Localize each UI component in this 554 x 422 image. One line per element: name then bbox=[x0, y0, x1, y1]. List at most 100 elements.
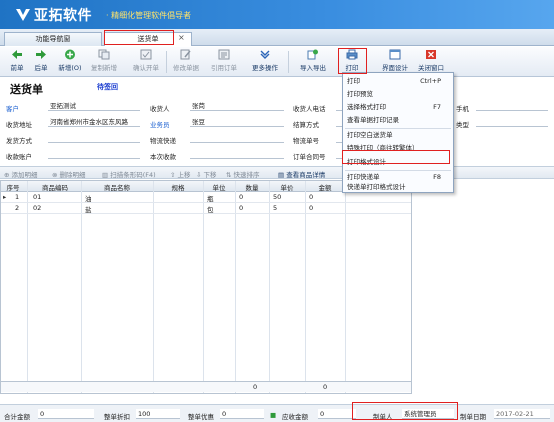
prev-button[interactable]: 前单 bbox=[6, 49, 28, 75]
grid-summary-row: 0 0 bbox=[1, 381, 411, 392]
cell-price[interactable]: 5 bbox=[273, 204, 277, 212]
col-unit-header[interactable]: 单位 bbox=[203, 182, 235, 192]
logo-text: 亚拓软件 bbox=[34, 8, 92, 24]
toolbar-separator bbox=[288, 51, 289, 73]
discount-field[interactable]: 100 bbox=[136, 409, 180, 419]
table-row[interactable]: 2 02 盐 包 0 5 0 bbox=[1, 203, 411, 214]
cell-amount[interactable]: 0 bbox=[309, 204, 313, 212]
next-button[interactable]: 后单 bbox=[30, 49, 52, 75]
cell-seq: 1 bbox=[15, 193, 20, 201]
cell-price[interactable]: 50 bbox=[273, 193, 281, 201]
new-button[interactable]: 新增(O) bbox=[56, 49, 84, 75]
address-field[interactable]: 河南省郑州市金水区东风路 bbox=[48, 117, 140, 127]
add-detail-button[interactable]: ⊕ 添加明细 bbox=[4, 169, 38, 179]
move-up-button[interactable]: ⇧ 上移 bbox=[170, 169, 191, 179]
tab-delivery-note-label: 送货单 bbox=[137, 35, 159, 43]
cell-unit[interactable]: 瓶 bbox=[207, 193, 214, 203]
collect-field[interactable] bbox=[190, 149, 284, 159]
maker-label: 制单人 bbox=[373, 413, 393, 421]
summary-qty: 0 bbox=[253, 383, 258, 391]
col-name-header[interactable]: 商品名称 bbox=[81, 182, 153, 192]
receiver-field[interactable]: 张苘 bbox=[190, 101, 284, 111]
cite-order-button[interactable]: 引用订单 bbox=[208, 49, 240, 75]
logistics-no-label: 物流单号 bbox=[293, 137, 319, 145]
modify-button[interactable]: 修改单据 bbox=[170, 49, 202, 75]
cell-code[interactable]: 02 bbox=[33, 204, 41, 212]
document-form: 客户 亚拓测试 收货人 张苘 收货人电话 手机 收货地址 河南省郑州市金水区东风… bbox=[0, 100, 554, 162]
date-label: 制单日期 bbox=[460, 413, 486, 421]
add-detail-icon: ⊕ bbox=[4, 171, 12, 179]
shortcut-label: F7 bbox=[433, 103, 441, 111]
mobile-field[interactable] bbox=[476, 101, 548, 111]
receivable-label: 应收金额 bbox=[282, 413, 308, 421]
edit-icon bbox=[180, 49, 191, 60]
receiver-phone-label: 收货人电话 bbox=[293, 105, 326, 113]
collect-label: 本次收款 bbox=[150, 153, 176, 161]
move-down-button[interactable]: ⇩ 下移 bbox=[196, 169, 217, 179]
account-field[interactable] bbox=[48, 149, 140, 159]
menu-item-print[interactable]: 打印 Ctrl+P bbox=[343, 75, 455, 88]
cell-code[interactable]: 01 bbox=[33, 193, 41, 201]
col-price-header[interactable]: 单价 bbox=[269, 182, 305, 192]
arrow-left-icon bbox=[12, 50, 22, 59]
quick-sort-button[interactable]: ⇅ 快速排序 bbox=[226, 169, 260, 179]
copy-new-button[interactable]: 复制新增 bbox=[88, 49, 120, 75]
address-label: 收货地址 bbox=[6, 121, 32, 129]
toolbar: 前单 后单 新增(O) 复制新增 确认开单 修改单据 引用订单 更多操作 导入导… bbox=[0, 47, 554, 77]
summary-amount: 0 bbox=[323, 383, 328, 391]
tab-navigation[interactable]: 功能导航窗 bbox=[4, 32, 102, 46]
col-seq-header[interactable]: 序号 bbox=[3, 182, 23, 192]
add-icon bbox=[65, 49, 75, 60]
date-field[interactable]: 2017-02-21 bbox=[494, 409, 550, 419]
col-spec-header[interactable]: 规格 bbox=[153, 182, 203, 192]
more-actions-button[interactable]: 更多操作 bbox=[248, 49, 282, 75]
cell-qty[interactable]: 0 bbox=[239, 204, 243, 212]
menu-item-select-format-print[interactable]: 选择格式打印 F7 bbox=[343, 101, 455, 114]
menu-item-print-blank[interactable]: 打印空白送货单 bbox=[343, 129, 455, 142]
app-window: 亚拓软件 · 精细化管理软件倡导者 功能导航窗 送货单 × 前单 后单 新增(O… bbox=[0, 0, 554, 422]
contract-label: 订单合同号 bbox=[293, 153, 326, 161]
layout-icon bbox=[389, 49, 401, 60]
print-dropdown-menu: 打印 Ctrl+P 打印预览 选择格式打印 F7 查看单据打印记录 打印空白送货单 … bbox=[342, 72, 454, 193]
menu-item-express-format-design[interactable]: 快递单打印格式设计 bbox=[343, 181, 455, 194]
cell-amount[interactable]: 0 bbox=[309, 193, 313, 201]
arrow-right-icon bbox=[36, 50, 46, 59]
import-export-icon bbox=[307, 49, 318, 60]
close-window-icon bbox=[426, 50, 436, 59]
menu-item-print-records[interactable]: 查看单据打印记录 bbox=[343, 114, 455, 127]
col-code-header[interactable]: 商品编码 bbox=[29, 182, 81, 192]
mobile-label: 手机 bbox=[456, 105, 469, 113]
cell-unit[interactable]: 包 bbox=[207, 204, 214, 214]
salesman-field[interactable]: 张豆 bbox=[190, 117, 284, 127]
confirm-icon bbox=[140, 49, 152, 60]
type-field[interactable] bbox=[476, 117, 548, 127]
menu-item-special-print[interactable]: 特殊打印（商往转繁体） bbox=[343, 142, 455, 155]
col-qty-header[interactable]: 数量 bbox=[235, 182, 269, 192]
view-product-button[interactable]: ▤ 查看商品详情 bbox=[278, 169, 325, 179]
delete-detail-button[interactable]: ⊗ 删除明细 bbox=[52, 169, 86, 179]
import-export-button[interactable]: 导入导出 bbox=[296, 49, 330, 75]
page-title: 送货单 bbox=[10, 83, 43, 96]
sort-icon: ⇅ bbox=[226, 171, 234, 179]
menu-item-print-preview[interactable]: 打印预览 bbox=[343, 88, 455, 101]
ship-field[interactable] bbox=[48, 133, 140, 143]
menu-item-print-format-design[interactable]: 打印格式设计 bbox=[343, 156, 455, 169]
col-amount-header[interactable]: 金额 bbox=[305, 182, 345, 192]
logistics-field[interactable] bbox=[190, 133, 284, 143]
customer-field[interactable]: 亚拓测试 bbox=[48, 101, 140, 111]
cell-qty[interactable]: 0 bbox=[239, 193, 243, 201]
cell-name[interactable]: 盐 bbox=[85, 204, 92, 214]
tab-close-icon[interactable]: × bbox=[178, 33, 185, 42]
cell-name[interactable]: 油 bbox=[85, 193, 92, 203]
confirm-button[interactable]: 确认开单 bbox=[130, 49, 162, 75]
promo-field[interactable]: 0 bbox=[220, 409, 264, 419]
customer-label: 客户 bbox=[6, 105, 19, 113]
receivable-field[interactable]: 0 bbox=[318, 409, 356, 419]
total-field[interactable]: 0 bbox=[38, 409, 94, 419]
printer-icon bbox=[346, 49, 358, 60]
maker-field[interactable]: 系统管理员 bbox=[402, 409, 454, 419]
toolbar-separator bbox=[166, 51, 167, 73]
scan-barcode-button[interactable]: ▥ 扫描条形码(F4) bbox=[102, 169, 156, 179]
copy-icon bbox=[98, 49, 110, 60]
total-label: 合计金额 bbox=[4, 413, 30, 421]
